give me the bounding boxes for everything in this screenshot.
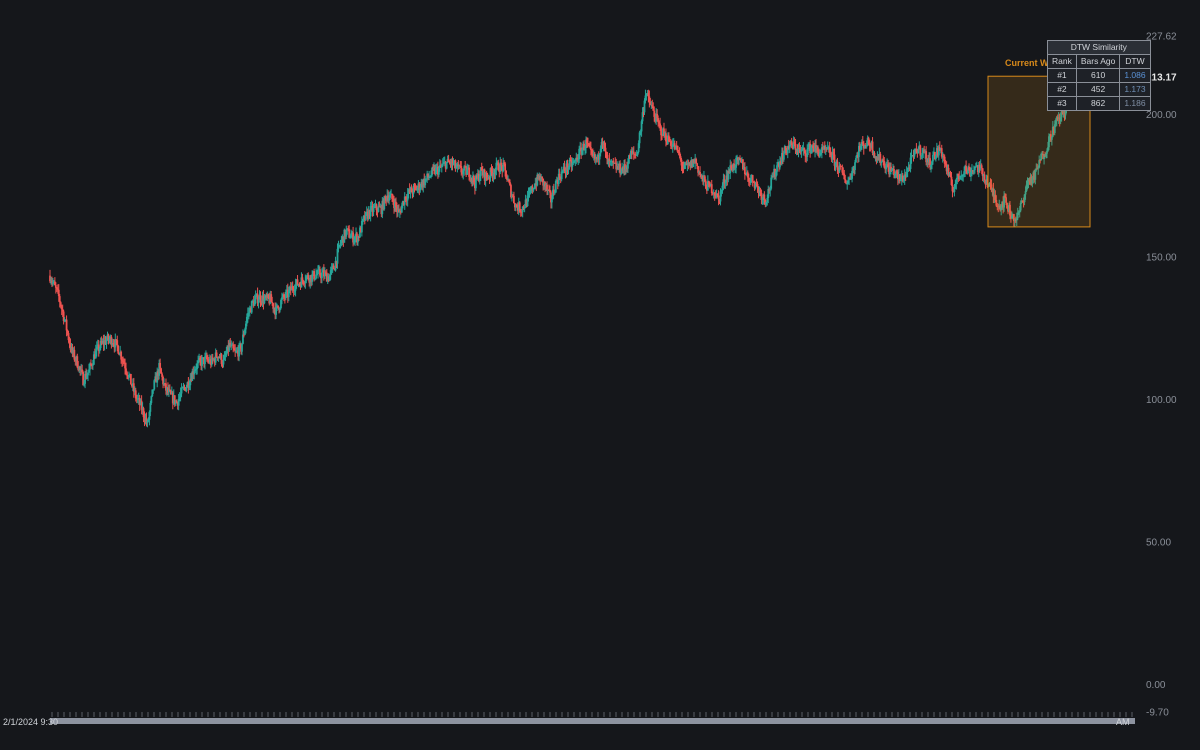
candle: [87, 372, 89, 376]
bars-ago-cell: 862: [1075, 96, 1121, 111]
table-row: #3 862 1.186: [1047, 96, 1151, 111]
candle: [466, 169, 469, 175]
candle: [932, 154, 934, 162]
header-rank: Rank: [1047, 54, 1077, 69]
candle: [150, 396, 153, 403]
candle: [389, 194, 392, 198]
candle: [541, 176, 544, 179]
y-min-label: -9.70: [1146, 708, 1169, 719]
y-tick-label: 150.00: [1146, 253, 1177, 264]
dtw-cell: 1.173: [1119, 82, 1151, 97]
candle: [696, 163, 699, 167]
candle: [751, 175, 754, 182]
candle: [717, 195, 720, 200]
candle: [919, 145, 922, 156]
y-max-label: 227.62: [1146, 32, 1177, 43]
candle: [627, 163, 629, 169]
last-price-label: 213.17: [1146, 73, 1177, 84]
candle: [159, 363, 162, 369]
dtw-table-caption-row: DTW Similarity: [1047, 40, 1151, 55]
candle: [980, 165, 983, 169]
dtw-similarity-table: DTW Similarity Rank Bars Ago DTW #1 610 …: [1047, 40, 1151, 111]
time-axis-ticks: [51, 712, 1133, 717]
bars-ago-cell: 610: [1075, 68, 1121, 83]
candle: [129, 373, 132, 385]
time-axis-first-label: 2/1/2024 9:30: [3, 717, 59, 727]
candle: [65, 319, 68, 331]
bars-ago-cell: 452: [1075, 82, 1121, 97]
candle: [917, 149, 920, 154]
time-axis-bar[interactable]: [50, 718, 1135, 724]
table-row: #2 452 1.173: [1047, 82, 1151, 97]
price-chart[interactable]: Current Window 0.0050.00100.00150.00200.…: [0, 0, 1200, 750]
table-row: #1 610 1.086: [1047, 68, 1151, 83]
candle: [185, 386, 188, 392]
y-tick-label: 50.00: [1146, 537, 1171, 548]
candle: [854, 162, 856, 171]
y-tick-label: 0.00: [1146, 680, 1166, 691]
dtw-table-header-row: Rank Bars Ago DTW: [1047, 54, 1151, 69]
candle: [983, 174, 986, 181]
rank-cell: #1: [1047, 68, 1077, 83]
y-tick-label: 200.00: [1146, 110, 1177, 121]
candle: [512, 195, 515, 204]
header-bars-ago: Bars Ago: [1075, 54, 1121, 69]
candle: [257, 299, 260, 304]
dtw-cell: 1.186: [1119, 96, 1151, 111]
header-dtw: DTW: [1119, 54, 1151, 69]
candle: [349, 237, 352, 239]
candle: [117, 345, 120, 354]
candle: [153, 380, 156, 390]
candle: [504, 163, 507, 171]
rank-cell: #2: [1047, 82, 1077, 97]
candle: [632, 151, 635, 154]
rank-cell: #3: [1047, 96, 1077, 111]
candle: [855, 158, 857, 163]
candlestick-series: [49, 75, 1086, 428]
time-axis-last-label: AM: [1116, 717, 1130, 727]
dtw-cell: 1.086: [1119, 68, 1151, 83]
price-axis: 0.00 50.00 100.00 150.00 200.00 227.62 -9.70 21…: [1146, 32, 1177, 719]
candle: [215, 352, 218, 358]
y-tick-label: 100.00: [1146, 395, 1177, 406]
candle: [782, 153, 785, 160]
candle: [321, 272, 323, 279]
candle: [776, 165, 778, 172]
dtw-table-title: DTW Similarity: [1047, 40, 1151, 55]
candle: [313, 271, 316, 280]
candle: [604, 147, 607, 152]
candle: [241, 343, 243, 352]
candle: [695, 158, 698, 164]
